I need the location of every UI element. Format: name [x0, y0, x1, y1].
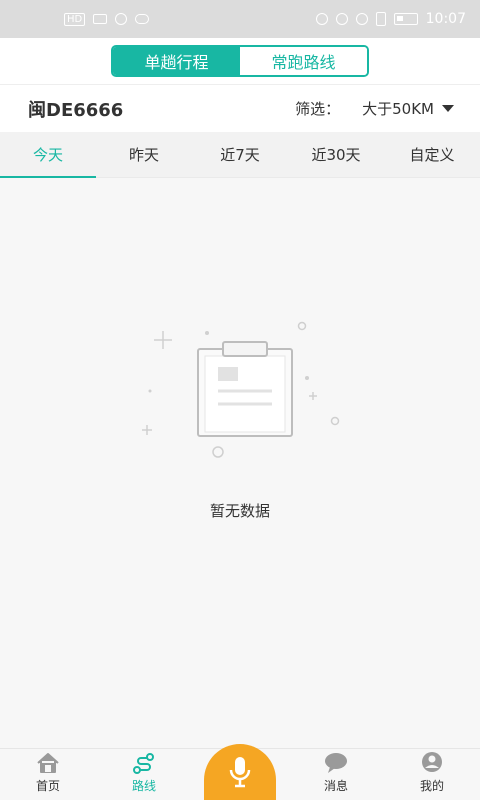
- empty-state: 暂无数据: [0, 178, 480, 748]
- vibrate-icon: [375, 12, 386, 26]
- battery-icon: [393, 13, 418, 25]
- user-icon: [422, 752, 442, 772]
- tab-yesterday[interactable]: 昨天: [96, 132, 192, 177]
- status-left: HD: [64, 12, 150, 26]
- status-time: 10:07: [425, 11, 466, 27]
- trip-type-segmented-control: 单趟行程 常跑路线: [111, 45, 369, 77]
- header: 单趟行程 常跑路线: [0, 38, 480, 84]
- nav-route[interactable]: 路线: [96, 749, 192, 800]
- nav-home[interactable]: 首页: [0, 749, 96, 800]
- filter-value[interactable]: 大于50KM: [362, 98, 434, 119]
- nav-route-label: 路线: [131, 779, 156, 793]
- segment-frequent-route[interactable]: 常跑路线: [240, 47, 367, 75]
- wifi-icon: [115, 13, 128, 25]
- location-icon: [355, 13, 368, 25]
- hd-indicator: HD: [64, 12, 86, 26]
- vehicle-plate: 闽DE6666: [28, 99, 124, 121]
- tab-custom[interactable]: 自定义: [384, 132, 480, 177]
- nav-messages[interactable]: 消息: [288, 749, 384, 800]
- nav-home-label: 首页: [35, 779, 60, 793]
- message-icon: [325, 753, 347, 773]
- cloud-icon: [135, 14, 150, 24]
- tab-last-7-days[interactable]: 近7天: [192, 132, 288, 177]
- signal-icon: [93, 14, 108, 24]
- status-bar: HD 10:07: [0, 0, 480, 38]
- alarm-icon: [335, 13, 348, 25]
- tab-today[interactable]: 今天: [0, 132, 96, 178]
- empty-clipboard-icon: [142, 321, 340, 458]
- tab-last-30-days[interactable]: 近30天: [288, 132, 384, 177]
- distance-filter[interactable]: 筛选： 大于50KM: [295, 98, 454, 119]
- caret-down-icon[interactable]: [442, 105, 454, 112]
- nav-profile-label: 我的: [419, 779, 444, 793]
- date-range-tabs: 今天 昨天 近7天 近30天 自定义: [0, 132, 480, 178]
- microphone-icon: [229, 757, 251, 788]
- filter-label: 筛选：: [295, 100, 341, 118]
- route-icon: [133, 753, 154, 774]
- home-icon: [37, 753, 59, 773]
- filter-row: 闽DE6666 筛选： 大于50KM: [0, 84, 480, 132]
- eye-icon: [315, 13, 328, 25]
- empty-message: 暂无数据: [209, 502, 270, 520]
- segment-single-trip[interactable]: 单趟行程: [113, 47, 240, 75]
- nav-messages-label: 消息: [323, 779, 348, 793]
- nav-profile[interactable]: 我的: [384, 749, 480, 800]
- status-right: 10:07: [315, 11, 466, 27]
